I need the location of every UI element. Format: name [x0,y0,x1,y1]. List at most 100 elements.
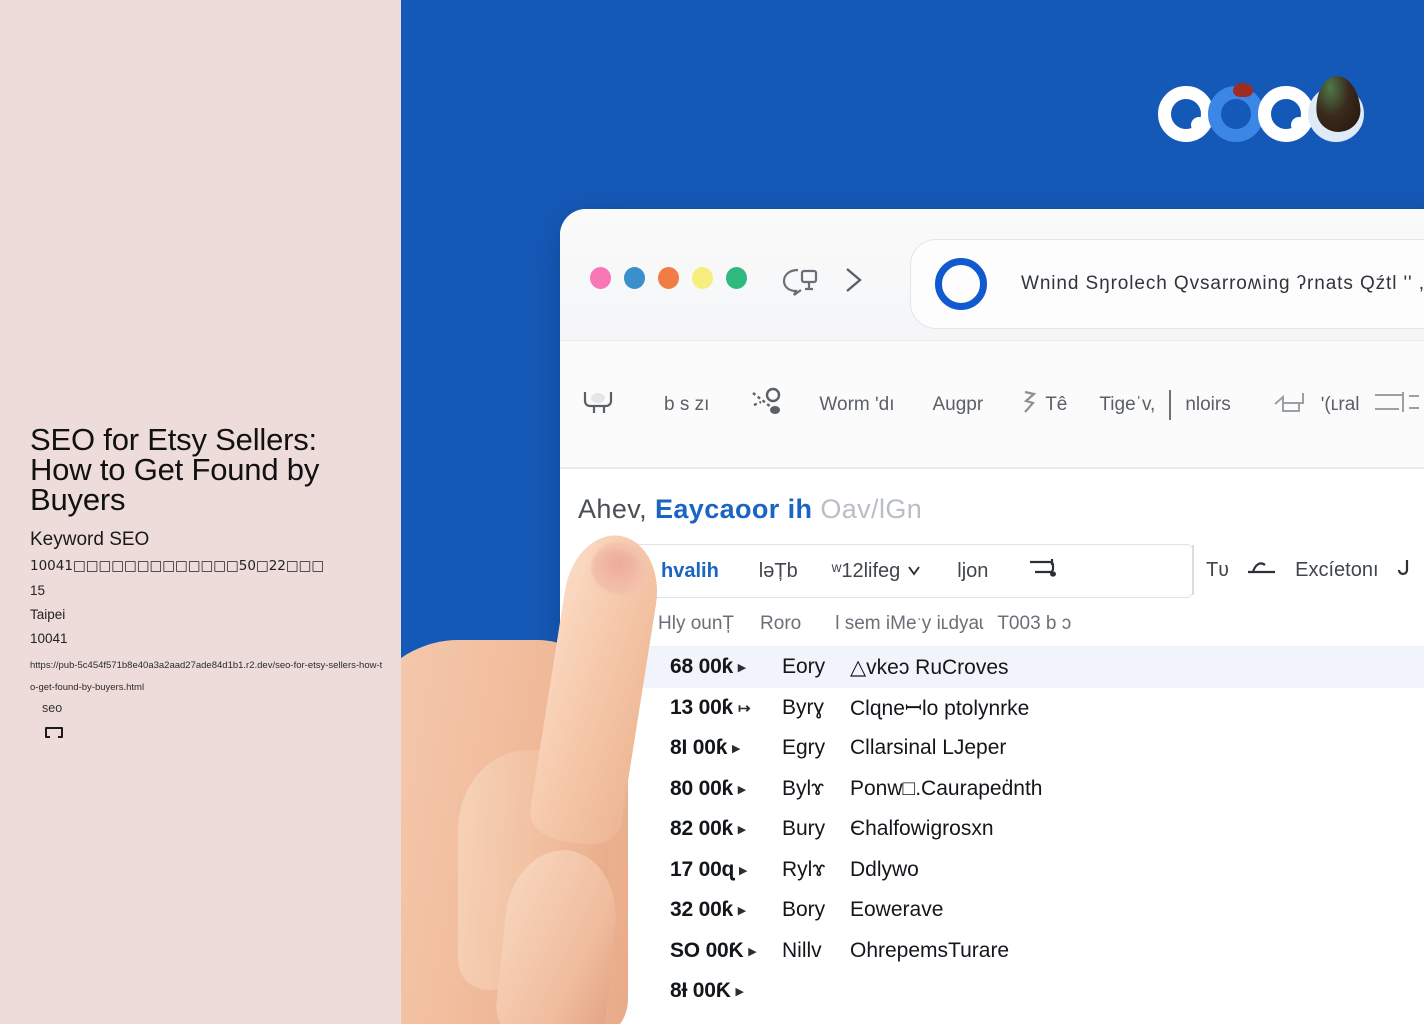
table-header-cell-2-label: l sem iMeˑy iʟdyaɩ [835,613,984,634]
address-bar-text[interactable]: Wnind Sŋrolech Qvsarroʍing ʔrnats Qźtl '… [1021,273,1424,295]
row-value: 82 00ƙ ▸ [670,817,782,841]
row-value-text: 13 00ƙ [670,695,734,719]
filter-item-2[interactable]: ʷ12lifeɡ [832,560,922,583]
table-header-cell-1[interactable]: Roro [760,613,801,635]
row-arrow-icon: ▸ [739,861,747,879]
row-value-text: 82 00ƙ [670,817,734,841]
row-value: 8I 00ƙ ▸ [670,736,782,760]
screenshot-stage: Wnind Sŋrolech Qvsarroʍing ʔrnats Qźtl '… [0,0,1424,1024]
filter-item-3[interactable]: ljon [957,560,988,583]
window-dot-orange[interactable] [658,267,679,289]
table-row[interactable]: 82 00ƙ ▸ Bury Єhalfowigrosxn [560,809,1424,850]
logo-blob-icon [1314,74,1362,134]
filter-item-1[interactable]: lәȚb [759,560,798,583]
filter-right-item-0[interactable]: Tʋ [1206,559,1229,582]
toolbar-item-4-label: Auɡpr [932,394,984,415]
page-title-heading: SEO for Etsy Sellers: How to Get Found b… [30,422,320,517]
image-placeholder-glyph [45,727,63,738]
chevron-right-icon[interactable] [838,264,868,296]
table-row[interactable]: 13 00ƙ ↦ Byrɣ Clɋneꟷlo ptolynrke [560,688,1424,729]
filter-item-4[interactable] [1026,555,1060,587]
toolbar-item-0[interactable] [580,386,620,424]
filter-bar[interactable]: hvalih lәȚb ʷ12lifeɡ ljon [590,544,1194,598]
window-dot-blue[interactable] [624,267,645,289]
toolbar-item-9[interactable] [1373,386,1421,424]
browser-chrome: Wnind Sŋrolech Qvsarroʍing ʔrnats Qźtl '… [560,209,1424,341]
cursor-shape-icon [1026,555,1060,587]
row-arrow-icon: ▸ [738,780,746,798]
toolbar-item-2[interactable] [749,386,783,424]
filter-item-0[interactable]: hvalih [661,560,719,583]
more-shape-icon[interactable] [1395,556,1413,584]
browser-window: Wnind Sŋrolech Qvsarroʍing ʔrnats Qźtl '… [560,209,1424,1024]
article-subtitle: Keyword SEO [30,529,150,550]
row-desc: Ddlywo [850,857,919,881]
table-header-cell-0[interactable]: Hly ounȚ [658,613,734,635]
toolbar-item-6[interactable]: Tigeˈv, [1099,394,1155,416]
table-row[interactable]: 68 00ƙ ▸ Eory △vkeɔ RuCroves [560,647,1424,688]
row-tag: Bury [782,817,826,841]
bracket-shape-icon [1269,386,1313,424]
row-value-text: 17 00ɋ [670,857,735,881]
filter-right-item-1[interactable]: Excíetonı [1295,559,1378,582]
back-chat-icon[interactable] [780,264,826,296]
table-row[interactable]: 8I 00ƙ ▸ Egry Cllarsinal LJeper [560,728,1424,769]
window-dot-yellow[interactable] [692,267,713,289]
table-row[interactable]: 8Ɨ 00Ƙ ▸ [560,971,1424,1012]
table-row[interactable]: 32 00ƙ ▸ Bory Eowerave [560,890,1424,931]
article-tag-seo[interactable]: seo [42,701,62,715]
table-header-cell-3[interactable]: T003 b ɔ [997,613,1071,635]
row-tag: Egry [782,736,826,760]
row-tag: Rylɤ [782,857,826,881]
page-title-part-3: Oav/lGn [820,494,923,524]
filter-item-0-label: hvalih [661,559,719,582]
row-arrow-icon: ↦ [738,699,751,717]
row-desc: Ponw□.Caurapeḋnth [850,776,1043,800]
toolbar-item-1[interactable]: b s zı [664,394,709,416]
filter-bar-right: Tʋ Excíetonı [1206,545,1413,595]
row-value: 13 00ƙ ↦ [670,696,782,720]
table-header-cell-2[interactable]: l sem iMeˑy iʟdyaɩ [835,613,983,635]
table-header-cell-0-label: Hly ounȚ [658,613,735,634]
article-number-line: 15 [30,583,46,598]
sort-shape-icon[interactable] [1245,556,1279,584]
article-url[interactable]: https://pub-5c454f571b8e40a3a2aad27ade84… [30,655,386,699]
row-arrow-icon: ▸ [738,902,746,920]
row-desc: Cllarsinal LJeper [850,736,1007,760]
blue-circle-icon [935,258,987,310]
row-value-text: SO 00Ƙ [670,938,744,962]
toolbar-item-1-label: b s zı [664,394,710,415]
row-value-text: 8Ɨ 00Ƙ [670,979,731,1003]
row-value: 17 00ɋ ▸ [670,858,782,882]
omnibox[interactable]: Wnind Sŋrolech Qvsarroʍing ʔrnats Qźtl '… [910,239,1424,329]
window-controls[interactable] [590,267,747,289]
table-row[interactable]: SO 00Ƙ ▸ Nillv OhrepemsTurare [560,931,1424,972]
row-value: 68 00ƙ ▸ [670,655,782,679]
table-row[interactable]: 17 00ɋ ▸ Rylɤ Ddlywo [560,850,1424,891]
toolbar-item-4[interactable]: Auɡpr [932,394,983,416]
row-tag: Eory [782,655,826,679]
toolbar-item-3[interactable]: Worm ʹdı [819,394,894,416]
page-title: Ahev, Eaycaoor ih Oav/lGn [578,494,922,525]
filter-right-item-1-label: Excíetonı [1295,558,1379,581]
page-title-part-1: Ahev, [578,494,648,524]
article-address-line: 10041□□□□□□□□□□□□□50□22□□□ [30,558,325,574]
toolbar-item-3-label: Worm ʹdı [819,394,895,415]
toolbar-item-5[interactable]: Tê [1021,386,1067,424]
window-dot-pink[interactable] [590,267,611,289]
table-row[interactable]: 80 00ƙ ▸ Bylɤ Ponw□.Caurapeḋnth [560,769,1424,810]
toolbar-item-8[interactable]: ʹ(ʟral [1269,386,1359,424]
row-value: 80 00ƙ ▸ [670,777,782,801]
filter-item-1-label: lәȚb [758,559,798,582]
filter-item-3-label: ljon [957,559,989,582]
row-arrow-icon: ▸ [732,740,740,758]
toolbar-item-5-label: Tê [1045,394,1068,415]
logo-ring-2 [1208,83,1264,142]
row-tag: Byrɣ [782,695,825,719]
row-tag: Nillv [782,938,822,962]
toolbar-item-6-label: Tigeˈv, [1099,394,1156,415]
window-dot-green[interactable] [726,267,747,289]
toolbar-item-7[interactable]: nloirs [1185,394,1230,416]
page-title-part-2: Eaycaoor ih [654,494,813,524]
row-value: SO 00Ƙ ▸ [670,939,782,963]
